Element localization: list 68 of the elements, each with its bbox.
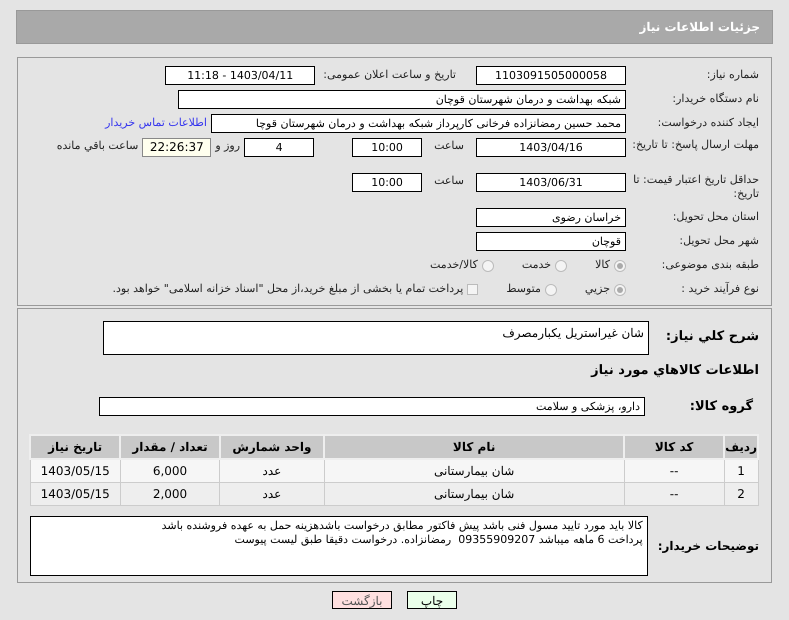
notes-line: پرداخت 6 ماهه میباشد 09355909207 رمضانزاده. درخواست دقیقا طبق لیست پیوست — [234, 532, 643, 546]
table-cell: عدد — [220, 482, 324, 505]
need-number-field: 1103091505000058 — [476, 66, 626, 85]
column-header: رديف — [724, 435, 758, 459]
column-header: تاریخ نیاز — [30, 435, 120, 459]
radio-button[interactable] — [555, 260, 568, 272]
checkbox[interactable] — [467, 284, 478, 295]
field-label: تاریخ و ساعت اعلان عمومی: — [323, 67, 456, 84]
buyer-contact-link[interactable]: اطلاعات تماس خریدار — [105, 115, 207, 132]
field-label: شماره نیاز: — [706, 67, 759, 84]
field-label: ساعت — [434, 173, 464, 189]
table-cell: 2 — [724, 482, 758, 505]
field-label: شهر محل تحویل: — [678, 233, 759, 250]
column-header: کد کالا — [624, 435, 724, 459]
field-label: طبقه بندی موضوعی: — [660, 257, 759, 274]
days-field: 4 — [244, 138, 314, 157]
buyer-field: شبکه بهداشت و درمان شهرستان قوچان — [178, 90, 626, 109]
radio-button[interactable] — [544, 284, 557, 296]
back-button[interactable]: بازگشت — [332, 591, 392, 609]
notes-label: توضیحات خریدار: — [658, 538, 759, 554]
radio-button[interactable] — [482, 260, 494, 272]
remaining-time-field: 22:26:37 — [142, 138, 212, 157]
table-cell: 1403/05/15 — [30, 482, 120, 505]
table-cell: 1403/05/15 — [30, 459, 120, 482]
field-label: جزیي — [584, 281, 610, 298]
table-cell: 2,000 — [120, 482, 220, 505]
field-label: استان محل تحویل: — [672, 209, 759, 226]
table-cell: -- — [624, 482, 724, 505]
description-label: شرح کلي نياز: — [664, 328, 759, 346]
deadline-time-field: 10:00 — [352, 138, 422, 157]
field-label: کالا — [595, 257, 610, 274]
creator-field: محمد حسین رمضانزاده فرخانی کارپرداز شبکه بهداشت و درمان شهرستان قوچا — [211, 114, 626, 133]
field-label: ساعت باقي مانده — [56, 138, 138, 154]
field-label: خدمت — [522, 257, 552, 274]
goods-group-field: دارو، پزشکی و سلامت — [99, 396, 645, 416]
field-label: ساعت — [434, 138, 464, 154]
province-field: خراسان رضوی — [476, 208, 626, 227]
table-cell: شان بیمارستانی — [324, 459, 624, 482]
goods-section-title: اطلاعات کالاهاي مورد نياز — [590, 362, 759, 380]
field-label: متوسط — [506, 281, 541, 298]
field-label: روز و — [215, 138, 240, 154]
field-label: مهلت ارسال پاسخ: تا تاریخ: — [631, 138, 759, 152]
column-header: واحد شمارش — [220, 435, 324, 459]
table-cell: عدد — [220, 459, 324, 482]
page-title: جزئیات اطلاعات نیاز — [639, 19, 760, 36]
description-field: شان غیراستریل یکبارمصرف — [103, 321, 649, 355]
notes-line: کالا باید مورد تایید مسول فنی باشد پیش فاکتور مطابق درخواست باشدهزینه حمل به عهده فروشنده باشد — [160, 518, 643, 532]
deadline-date-field: 1403/04/16 — [476, 138, 626, 157]
validity-date-field: 1403/06/31 — [476, 173, 626, 192]
goods-group-label: گروه کالا: — [688, 397, 753, 416]
table-cell: 1 — [724, 459, 758, 482]
city-field: قوچان — [476, 232, 626, 251]
field-label: حداقل تاریخ اعتبار قیمت: تا تاریخ: — [632, 173, 759, 201]
table-cell: 6,000 — [120, 459, 220, 482]
field-label: ایجاد کننده درخواست: — [656, 115, 759, 132]
field-label: نوع فرآیند خرید : — [680, 281, 759, 298]
radio-button[interactable] — [614, 284, 626, 296]
column-header: تعداد / مقدار — [120, 435, 220, 459]
table-cell: -- — [624, 459, 724, 482]
field-label: نام دستگاه خریدار: — [671, 91, 759, 108]
validity-time-field: 10:00 — [352, 173, 422, 192]
column-header: نام کالا — [324, 435, 624, 459]
field-label: پرداخت تمام یا بخشی از مبلغ خرید،از محل "اسناد خزانه اسلامی" خواهد بود. — [112, 281, 464, 298]
radio-button[interactable] — [614, 260, 626, 272]
table-cell: شان بیمارستانی — [324, 482, 624, 505]
announce-date-field: 1403/04/11 - 11:18 — [165, 66, 316, 85]
field-label: کالا/خدمت — [430, 257, 478, 274]
print-button[interactable]: چاپ — [407, 591, 457, 609]
